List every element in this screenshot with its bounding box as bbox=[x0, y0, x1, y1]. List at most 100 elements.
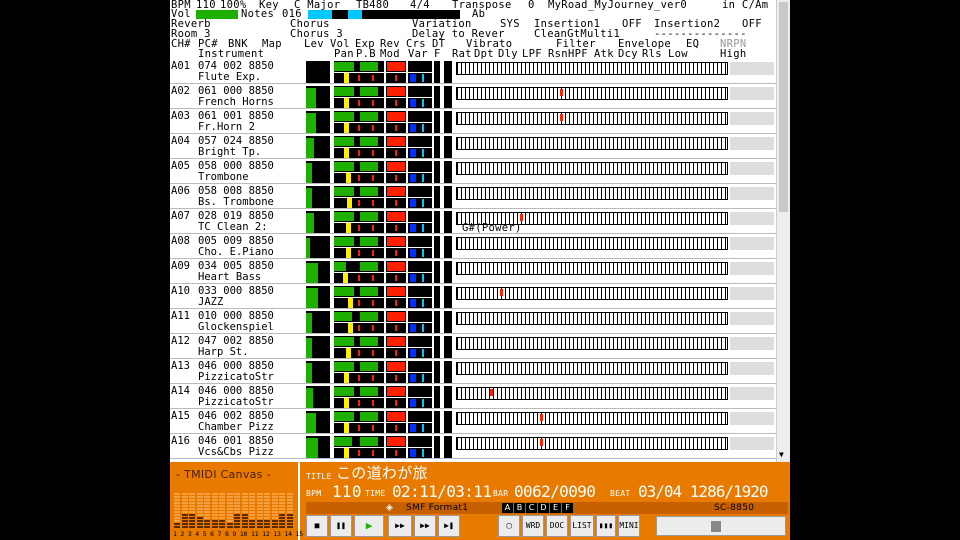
pan-bar[interactable] bbox=[334, 98, 384, 108]
reverb-bar[interactable] bbox=[386, 336, 406, 347]
volume-bar[interactable] bbox=[334, 161, 384, 172]
volume-bar[interactable] bbox=[334, 61, 384, 72]
chorus-bar[interactable] bbox=[408, 261, 432, 272]
channel-row-a06[interactable]: A06 058 008 8850 Bs. Trombone bbox=[170, 184, 776, 209]
chorus-bar[interactable] bbox=[408, 86, 432, 97]
slider-thumb[interactable] bbox=[711, 521, 721, 532]
pan-bar[interactable] bbox=[334, 223, 384, 233]
dt-bar[interactable] bbox=[434, 111, 440, 133]
channel-row-a05[interactable]: A05 058 000 8850 Trombone bbox=[170, 159, 776, 184]
channel-row-a03[interactable]: A03 061 001 8850 Fr.Horn 2 bbox=[170, 109, 776, 134]
chorus-bar[interactable] bbox=[408, 311, 432, 322]
volume-bar[interactable] bbox=[334, 86, 384, 97]
channel-row-a04[interactable]: A04 057 024 8850 Bright Tp. bbox=[170, 134, 776, 159]
vibrato-bar[interactable] bbox=[444, 236, 452, 258]
pan-bar[interactable] bbox=[334, 348, 384, 358]
scroll-down-icon[interactable]: ▼ bbox=[779, 450, 784, 459]
pan-bar[interactable] bbox=[334, 423, 384, 433]
chorus-bar[interactable] bbox=[408, 361, 432, 372]
mod-bar[interactable] bbox=[386, 223, 406, 233]
position-slider[interactable] bbox=[656, 516, 786, 536]
chorus-bar[interactable] bbox=[408, 61, 432, 72]
volume-bar[interactable] bbox=[334, 186, 384, 197]
mod-bar[interactable] bbox=[386, 273, 406, 283]
reverb-bar[interactable] bbox=[386, 261, 406, 272]
vertical-scrollbar[interactable]: ▼ bbox=[776, 0, 790, 462]
variation-bar[interactable] bbox=[408, 448, 432, 458]
reverb-bar[interactable] bbox=[386, 236, 406, 247]
variation-bar[interactable] bbox=[408, 223, 432, 233]
volume-bar[interactable] bbox=[334, 236, 384, 247]
mod-bar[interactable] bbox=[386, 198, 406, 208]
variation-bar[interactable] bbox=[408, 323, 432, 333]
variation-bar[interactable] bbox=[408, 123, 432, 133]
skip-end-button[interactable]: ▶❚ bbox=[438, 515, 460, 537]
channel-row-a07[interactable]: A07 028 019 8850 TC Clean 2: G#(Power) bbox=[170, 209, 776, 234]
vibrato-bar[interactable] bbox=[444, 386, 452, 408]
volume-bar[interactable] bbox=[334, 211, 384, 222]
dt-bar[interactable] bbox=[434, 411, 440, 433]
channel-row-a08[interactable]: A08 005 009 8850 Cho. E.Piano bbox=[170, 234, 776, 259]
volume-bar[interactable] bbox=[334, 286, 384, 297]
volume-bar[interactable] bbox=[334, 136, 384, 147]
spectrum-button[interactable]: ▮▮▮ bbox=[596, 515, 616, 537]
channel-row-a01[interactable]: A01 074 002 8850 Flute Exp. bbox=[170, 59, 776, 84]
pan-bar[interactable] bbox=[334, 173, 384, 183]
channel-row-a12[interactable]: A12 047 002 8850 Harp St. bbox=[170, 334, 776, 359]
volume-bar[interactable] bbox=[334, 336, 384, 347]
chorus-bar[interactable] bbox=[408, 186, 432, 197]
dt-bar[interactable] bbox=[434, 286, 440, 308]
pan-bar[interactable] bbox=[334, 198, 384, 208]
variation-bar[interactable] bbox=[408, 423, 432, 433]
volume-bar[interactable] bbox=[334, 436, 384, 447]
pan-bar[interactable] bbox=[334, 123, 384, 133]
dt-bar[interactable] bbox=[434, 186, 440, 208]
chorus-bar[interactable] bbox=[408, 136, 432, 147]
dt-bar[interactable] bbox=[434, 436, 440, 458]
vibrato-bar[interactable] bbox=[444, 336, 452, 358]
variation-bar[interactable] bbox=[408, 398, 432, 408]
vibrato-bar[interactable] bbox=[444, 211, 452, 233]
fast-forward-button[interactable]: ▶▶ bbox=[414, 515, 436, 537]
reverb-bar[interactable] bbox=[386, 186, 406, 197]
vibrato-bar[interactable] bbox=[444, 261, 452, 283]
variation-bar[interactable] bbox=[408, 373, 432, 383]
vibrato-bar[interactable] bbox=[444, 186, 452, 208]
volume-bar[interactable] bbox=[334, 361, 384, 372]
dt-bar[interactable] bbox=[434, 161, 440, 183]
channel-row-a16[interactable]: A16 046 001 8850 Vcs&Cbs Pizz bbox=[170, 434, 776, 459]
chorus-bar[interactable] bbox=[408, 236, 432, 247]
wrd-button[interactable]: WRD bbox=[522, 515, 544, 537]
vibrato-bar[interactable] bbox=[444, 311, 452, 333]
pan-bar[interactable] bbox=[334, 298, 384, 308]
channel-row-a10[interactable]: A10 033 000 8850 JAZZ bbox=[170, 284, 776, 309]
chorus-bar[interactable] bbox=[408, 411, 432, 422]
channel-row-a02[interactable]: A02 061 000 8850 French Horns bbox=[170, 84, 776, 109]
reverb-bar[interactable] bbox=[386, 111, 406, 122]
chorus-bar[interactable] bbox=[408, 211, 432, 222]
vibrato-bar[interactable] bbox=[444, 161, 452, 183]
vibrato-bar[interactable] bbox=[444, 436, 452, 458]
step-forward-button[interactable]: ▶▶ bbox=[388, 515, 412, 537]
pan-bar[interactable] bbox=[334, 448, 384, 458]
variation-bar[interactable] bbox=[408, 248, 432, 258]
mod-bar[interactable] bbox=[386, 398, 406, 408]
pan-bar[interactable] bbox=[334, 73, 384, 83]
vibrato-bar[interactable] bbox=[444, 111, 452, 133]
variation-bar[interactable] bbox=[408, 73, 432, 83]
reverb-bar[interactable] bbox=[386, 436, 406, 447]
window-button[interactable]: ▢ bbox=[498, 515, 520, 537]
reverb-bar[interactable] bbox=[386, 411, 406, 422]
variation-bar[interactable] bbox=[408, 298, 432, 308]
reverb-bar[interactable] bbox=[386, 286, 406, 297]
vibrato-bar[interactable] bbox=[444, 86, 452, 108]
mod-bar[interactable] bbox=[386, 148, 406, 158]
dt-bar[interactable] bbox=[434, 61, 440, 83]
vibrato-bar[interactable] bbox=[444, 136, 452, 158]
channel-row-a15[interactable]: A15 046 002 8850 Chamber Pizz bbox=[170, 409, 776, 434]
channel-row-a09[interactable]: A09 034 005 8850 Heart Bass bbox=[170, 259, 776, 284]
volume-bar[interactable] bbox=[334, 411, 384, 422]
reverb-bar[interactable] bbox=[386, 136, 406, 147]
reverb-bar[interactable] bbox=[386, 161, 406, 172]
mod-bar[interactable] bbox=[386, 173, 406, 183]
